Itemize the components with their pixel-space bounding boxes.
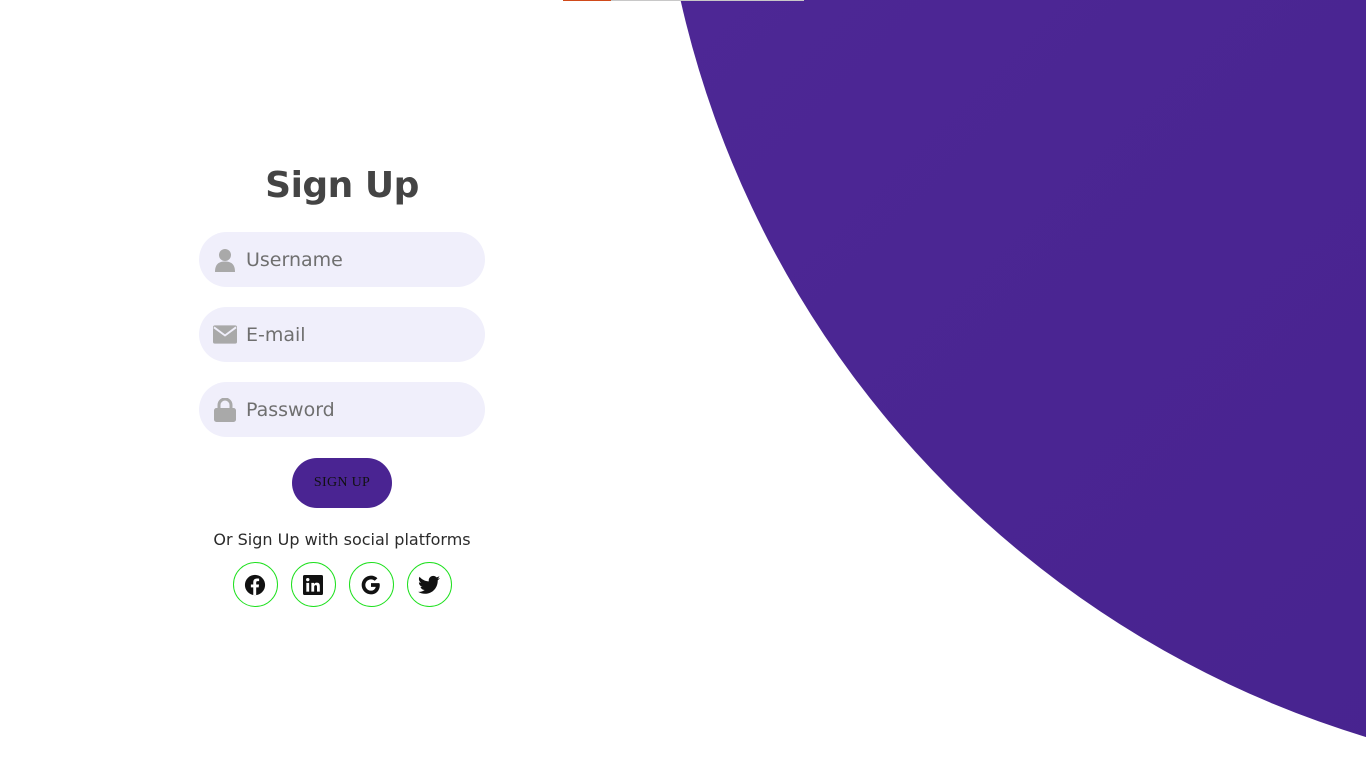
social-prompt: Or Sign Up with social platforms (213, 530, 471, 549)
username-field[interactable] (199, 232, 485, 287)
linkedin-icon (303, 574, 323, 595)
password-field[interactable] (199, 382, 485, 437)
top-indicator (563, 0, 804, 1)
top-indicator-track (611, 0, 804, 1)
signup-form: Sign Up Username E-mail SIGN UP Or Sign … (199, 160, 485, 607)
lock-icon (213, 397, 237, 422)
twitter-button[interactable] (406, 562, 452, 607)
facebook-icon (244, 574, 266, 595)
linkedin-button[interactable] (290, 562, 336, 607)
form-title: Sign Up (265, 165, 419, 206)
background-circle (656, 0, 1366, 768)
username-input[interactable] (246, 248, 466, 271)
facebook-button[interactable] (232, 562, 278, 607)
email-input[interactable] (246, 323, 466, 346)
twitter-icon (418, 575, 440, 594)
top-indicator-active (563, 0, 611, 1)
google-button[interactable] (348, 562, 394, 607)
google-icon (361, 575, 380, 594)
user-icon (213, 248, 237, 272)
signup-button[interactable]: SIGN UP (292, 458, 392, 508)
page: Sign Up Username E-mail SIGN UP Or Sign … (0, 0, 1366, 768)
password-input[interactable] (246, 398, 466, 421)
envelope-icon (213, 323, 237, 347)
email-field[interactable] (199, 307, 485, 362)
social-buttons (232, 562, 452, 607)
